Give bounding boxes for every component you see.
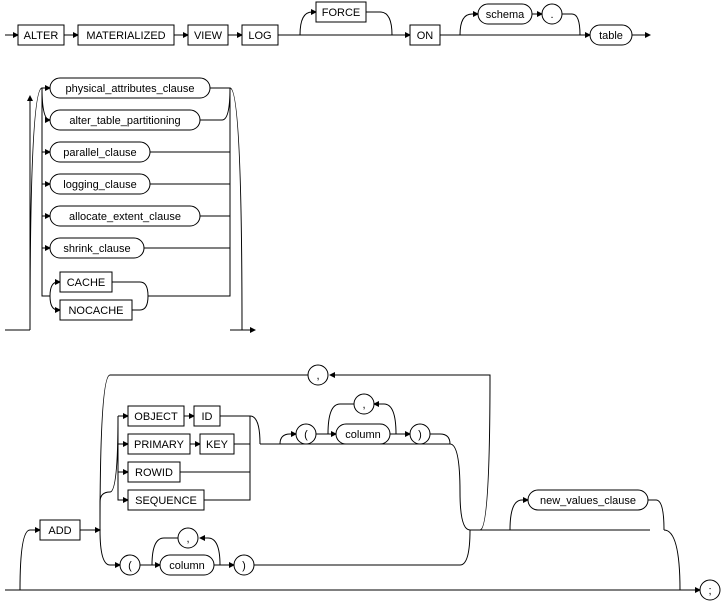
schema-label: schema: [486, 9, 525, 21]
rowid-label: ROWID: [135, 467, 173, 479]
rparen1-label: ): [418, 429, 422, 441]
log-label: LOG: [248, 30, 271, 42]
lparen2-label: (: [128, 560, 132, 572]
row1: ALTER MATERIALIZED VIEW LOG FORCE ON sch…: [5, 2, 650, 45]
on-label: ON: [417, 30, 434, 42]
primary-label: PRIMARY: [134, 439, 185, 451]
physical-attributes-clause-label: physical_attributes_clause: [65, 83, 194, 95]
nocache-label: NOCACHE: [68, 305, 123, 317]
column1-label: column: [345, 429, 380, 441]
object-label: OBJECT: [134, 411, 178, 423]
add-label: ADD: [48, 525, 71, 537]
allocate-extent-clause-label: allocate_extent_clause: [69, 211, 181, 223]
block2: physical_attributes_clause alter_table_p…: [5, 78, 255, 330]
view-label: VIEW: [194, 30, 223, 42]
key-label: KEY: [206, 439, 229, 451]
logging-clause-label: logging_clause: [63, 179, 136, 191]
alter-label: ALTER: [24, 30, 59, 42]
table-label: table: [599, 30, 623, 42]
block3: ADD OBJECT ID PRIMARY KEY ROWID SEQUENCE…: [5, 365, 720, 600]
sequence-label: SEQUENCE: [135, 495, 197, 507]
comma-col1-label: ,: [362, 399, 365, 411]
alter-table-partitioning-label: alter_table_partitioning: [69, 115, 180, 127]
new-values-clause-label: new_values_clause: [540, 495, 636, 507]
lparen1-label: (: [304, 429, 308, 441]
dot-label: .: [550, 9, 553, 21]
id-label: ID: [202, 411, 213, 423]
column2-label: column: [169, 560, 204, 572]
rparen2-label: ): [242, 560, 246, 572]
parallel-clause-label: parallel_clause: [63, 147, 136, 159]
force-label: FORCE: [322, 7, 361, 19]
comma-col2-label: ,: [186, 533, 189, 545]
shrink-clause-label: shrink_clause: [63, 243, 130, 255]
materialized-label: MATERIALIZED: [86, 30, 165, 42]
semicolon-label: ;: [708, 585, 711, 597]
comma-top-label: ,: [316, 370, 319, 382]
cache-label: CACHE: [67, 277, 106, 289]
